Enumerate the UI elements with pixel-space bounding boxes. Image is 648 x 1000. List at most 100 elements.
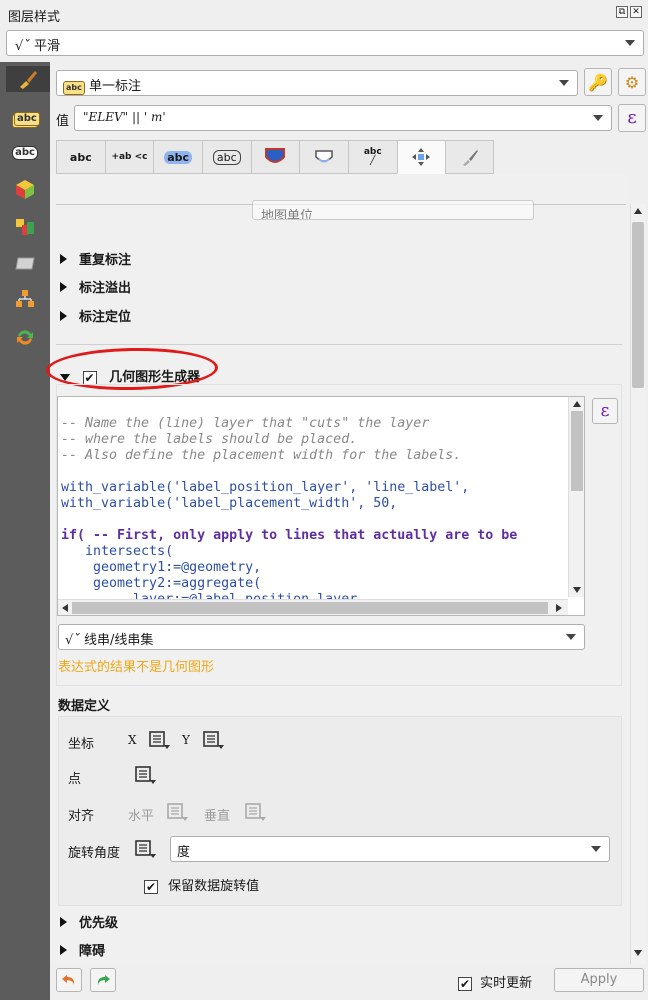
- rotation-unit-value: 度: [177, 845, 191, 860]
- data-defined-title: 数据定义: [58, 699, 111, 714]
- align-label: 对齐: [68, 809, 95, 824]
- scroll-up-icon[interactable]: [634, 208, 642, 214]
- window-buttons: ⧉ ✕: [616, 6, 642, 18]
- code-block: -- Name the (line) layer that "cuts" the…: [61, 400, 517, 615]
- code-line-9: intersects(: [61, 544, 174, 559]
- data-define-x-icon[interactable]: [146, 729, 172, 751]
- close-icon[interactable]: ✕: [630, 6, 642, 18]
- x-label: X: [128, 733, 137, 747]
- title-bar: 图层样式 ⧉ ✕: [0, 0, 648, 28]
- epsilon-icon: ε: [600, 401, 610, 421]
- divider: [56, 344, 622, 345]
- tab-rendering[interactable]: [445, 140, 494, 174]
- tab-formatting[interactable]: +ab <c: [104, 140, 154, 174]
- code-line-5: with_variable('label_position_layer', 'l…: [61, 480, 470, 495]
- value-expression-combo[interactable]: "ELEV" || ' m': [74, 105, 612, 131]
- collapse-arrow-icon: [60, 311, 67, 321]
- tab-shadow[interactable]: [299, 140, 348, 174]
- coord-label: 坐标: [68, 737, 95, 752]
- tab-text[interactable]: abc: [56, 140, 105, 174]
- group-obstacles[interactable]: 障碍: [60, 940, 105, 959]
- callout-line-icon: ╱: [370, 156, 376, 166]
- collapse-arrow-icon: [60, 917, 67, 927]
- scroll-down-icon[interactable]: [573, 587, 581, 593]
- mask-icon[interactable]: [10, 250, 40, 276]
- chevron-down-icon: [566, 634, 576, 640]
- value-expression: "ELEV" || ' m': [83, 110, 166, 124]
- editor-hthumb[interactable]: [72, 602, 548, 614]
- smooth-line-icon: √ˇ: [15, 39, 30, 54]
- undo-icon: [62, 975, 75, 985]
- renderer-combo[interactable]: √ˇ 平滑: [6, 30, 644, 56]
- y-label: Y: [182, 733, 190, 747]
- data-define-halign-icon: [167, 803, 188, 821]
- panel-vthumb[interactable]: [632, 222, 644, 388]
- redo-icon: [97, 975, 110, 985]
- chevron-down-icon: [625, 40, 635, 46]
- undo-button[interactable]: [56, 968, 82, 992]
- group-repeat[interactable]: 重复标注: [60, 249, 131, 268]
- tab-callouts[interactable]: abc ╱: [347, 140, 397, 174]
- editor-hscroll[interactable]: [58, 599, 568, 615]
- key-icon: 🔑: [588, 72, 608, 92]
- brush-icon[interactable]: [6, 66, 50, 92]
- live-update-checkbox[interactable]: ✔: [458, 976, 472, 991]
- shadow-icon: [315, 150, 333, 163]
- group-anchor[interactable]: 标注定位: [60, 306, 131, 325]
- settings-button[interactable]: ⚙: [618, 68, 646, 96]
- 3d-view-icon[interactable]: [10, 176, 40, 202]
- value-field-icon: abc: [14, 110, 40, 126]
- paintbrush-icon: [462, 150, 478, 166]
- code-line-10: geometry1:=@geometry,: [61, 560, 262, 575]
- geometry-type-combo[interactable]: √ˇ 线串/线串集: [58, 624, 585, 650]
- refresh-arrows-icon[interactable]: [10, 324, 40, 350]
- diagram-icon[interactable]: [10, 214, 40, 240]
- redo-button[interactable]: [90, 968, 116, 992]
- data-define-y-icon[interactable]: [200, 729, 226, 751]
- window-title: 图层样式: [8, 10, 61, 25]
- code-line-11: geometry2:=aggregate(: [61, 576, 262, 591]
- editor-vscroll[interactable]: [568, 397, 584, 597]
- layer-hierarchy-icon[interactable]: [10, 286, 40, 312]
- label-mode-value: abc 单一标注: [63, 75, 141, 95]
- label-mode-icon: abc: [63, 81, 85, 95]
- data-define-rotation-icon[interactable]: [132, 838, 158, 860]
- align-h-label: 水平: [128, 809, 155, 824]
- unit-combo-cutoff[interactable]: 地图单位: [252, 200, 534, 220]
- rotation-unit-combo[interactable]: 度: [170, 836, 610, 862]
- epsilon-icon: ε: [627, 107, 637, 128]
- chevron-down-icon: [559, 80, 569, 86]
- scroll-down-icon[interactable]: [634, 950, 642, 956]
- scroll-right-icon[interactable]: [556, 604, 562, 612]
- tab-mask[interactable]: abc: [201, 140, 251, 174]
- editor-vthumb[interactable]: [571, 411, 583, 491]
- keep-rotation-option[interactable]: ✔ 保留数据旋转值: [144, 875, 259, 894]
- rule-key-button[interactable]: 🔑: [584, 68, 612, 96]
- tab-background[interactable]: [250, 140, 300, 174]
- keep-rotation-checkbox[interactable]: ✔: [144, 879, 158, 894]
- data-define-valign-icon: [245, 803, 266, 821]
- restore-icon[interactable]: ⧉: [616, 6, 628, 18]
- group-overrun[interactable]: 标注溢出: [60, 277, 131, 296]
- labels-icon[interactable]: abc: [10, 140, 40, 166]
- expression-button[interactable]: ε: [618, 104, 646, 132]
- data-define-point-icon[interactable]: [132, 764, 158, 786]
- linestring-icon: √ˇ: [65, 633, 80, 648]
- style-sidebar: abc abc: [0, 62, 50, 1000]
- live-update-option[interactable]: ✔ 实时更新: [458, 972, 532, 991]
- point-label: 点: [68, 772, 82, 787]
- geometry-expression-button[interactable]: ε: [592, 398, 618, 424]
- scroll-left-icon[interactable]: [62, 604, 68, 612]
- group-priority[interactable]: 优先级: [60, 912, 118, 931]
- tab-buffer[interactable]: abc: [153, 140, 202, 174]
- geometry-type-value: √ˇ 线串/线串集: [65, 633, 154, 648]
- chevron-down-icon: [593, 115, 603, 121]
- tab-placement[interactable]: [396, 140, 446, 174]
- shield-icon: [265, 148, 286, 163]
- label-mode-combo[interactable]: abc 单一标注: [56, 70, 578, 96]
- collapse-arrow-icon: [60, 254, 67, 264]
- scroll-up-icon[interactable]: [573, 401, 581, 407]
- geometry-expression-editor[interactable]: -- Name the (line) layer that "cuts" the…: [57, 396, 585, 616]
- code-line-6: with_variable('label_placement_width', 5…: [61, 496, 398, 511]
- apply-button[interactable]: Apply: [554, 968, 644, 992]
